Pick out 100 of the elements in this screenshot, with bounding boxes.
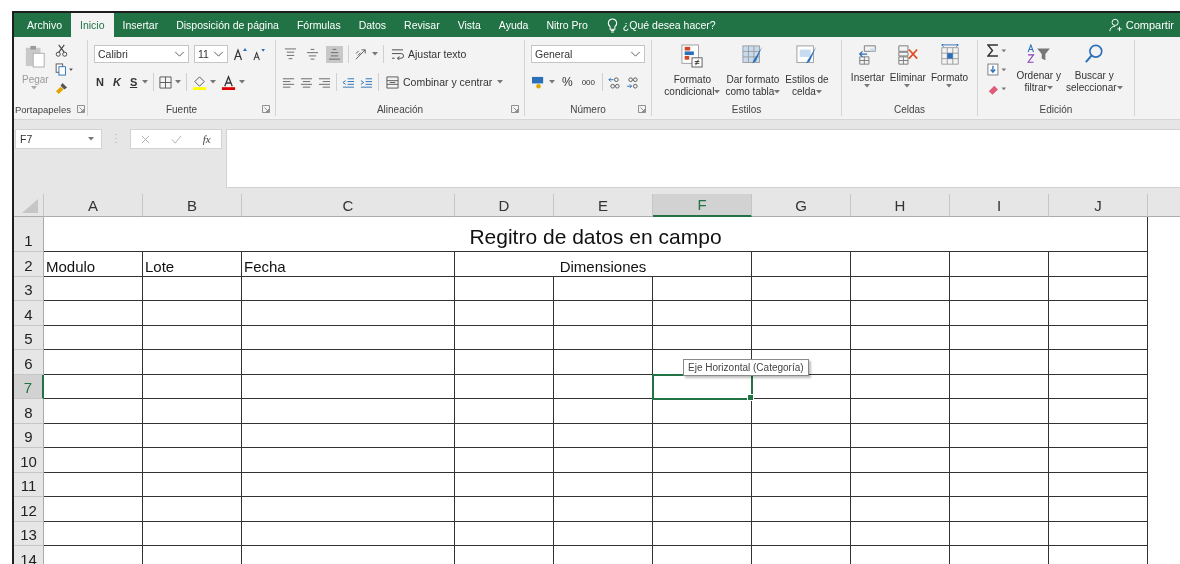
spreadsheet-cell[interactable] [143,276,242,301]
spreadsheet-cell[interactable] [653,497,752,522]
ribbon-tab[interactable]: Inicio [71,13,114,37]
spreadsheet-cell[interactable] [1049,325,1148,350]
spreadsheet-cell[interactable] [653,301,752,326]
paint-bucket-icon[interactable] [192,74,208,90]
spreadsheet-cell[interactable] [44,521,143,546]
bold-button[interactable]: N [94,76,106,88]
spreadsheet-cell[interactable]: Lote [143,252,242,277]
spreadsheet-cell[interactable] [44,423,143,448]
formula-input[interactable] [226,129,1180,188]
spreadsheet-cell[interactable] [242,472,455,497]
spreadsheet-cell[interactable] [752,423,851,448]
ribbon-tab[interactable]: Ayuda [489,13,538,37]
editing-button[interactable]: Buscar y seleccionar [1063,42,1125,102]
spreadsheet-cell[interactable] [851,448,950,473]
fill-down-icon[interactable] [987,63,1008,76]
spreadsheet-cell[interactable] [653,399,752,424]
spreadsheet-cell[interactable] [1049,497,1148,522]
spreadsheet-cell[interactable] [554,325,653,350]
spreadsheet-cell[interactable] [950,472,1049,497]
spreadsheet-cell[interactable] [653,325,752,350]
spreadsheet-cell[interactable] [242,521,455,546]
spreadsheet-cell[interactable] [653,472,752,497]
ribbon-tab[interactable]: Nitro Pro [537,13,597,37]
spreadsheet-cell[interactable] [455,399,554,424]
align-left-icon[interactable] [282,75,295,89]
spreadsheet-cell[interactable] [455,325,554,350]
ribbon-tab[interactable]: Disposición de página [167,13,288,37]
caret-icon[interactable] [210,80,217,84]
ribbon-tab[interactable]: Vista [448,13,490,37]
spreadsheet-cell[interactable] [950,423,1049,448]
ribbon-tab[interactable]: Revisar [395,13,449,37]
spreadsheet-cell[interactable] [44,325,143,350]
spreadsheet-cell[interactable] [1049,399,1148,424]
row-header[interactable]: 5 [14,325,44,350]
spreadsheet-cell[interactable] [950,399,1049,424]
row-header[interactable]: 8 [14,399,44,424]
scissors-icon[interactable] [54,44,68,57]
spreadsheet-cell[interactable] [851,521,950,546]
spreadsheet-cell[interactable] [851,325,950,350]
spreadsheet-cell[interactable] [554,521,653,546]
spreadsheet-cell[interactable] [44,350,143,375]
decrease-indent-icon[interactable] [342,75,355,89]
spreadsheet-cell[interactable] [554,423,653,448]
caret-icon[interactable] [142,80,149,84]
column-header[interactable]: C [242,194,455,217]
spreadsheet-cell[interactable] [143,448,242,473]
spreadsheet-cell[interactable] [242,423,455,448]
share-button[interactable]: Compartir [1102,13,1180,37]
spreadsheet-cell[interactable] [455,276,554,301]
spreadsheet-cell[interactable] [143,350,242,375]
caret-icon[interactable] [239,80,246,84]
styles-button[interactable]: Dar formato como tabla [723,42,783,102]
spreadsheet-cell[interactable] [1049,423,1148,448]
spreadsheet-cell[interactable] [752,325,851,350]
spreadsheet-cell[interactable] [554,276,653,301]
row-header[interactable]: 2 [14,252,44,277]
merge-center-button[interactable]: Combinar y centrar [384,75,495,89]
shrink-font-icon[interactable] [252,47,265,61]
spreadsheet-cell[interactable] [242,374,455,399]
spreadsheet-cell[interactable] [242,497,455,522]
copy-icon[interactable] [54,63,74,76]
currency-icon[interactable] [531,75,546,89]
ribbon-tab[interactable]: Insertar [113,13,168,37]
spreadsheet-cell[interactable] [752,252,851,277]
number-format-field[interactable]: General [531,45,645,63]
spreadsheet-cell[interactable] [752,472,851,497]
tell-me-search[interactable]: ¿Qué desea hacer? [622,19,716,31]
row-header[interactable]: 10 [14,448,44,473]
font-name-field[interactable]: Calibri [94,45,189,63]
dialog-launcher-icon[interactable] [638,105,646,113]
spreadsheet-cell[interactable] [653,521,752,546]
spreadsheet-cell[interactable] [455,472,554,497]
spreadsheet-cell[interactable] [1049,374,1148,399]
italic-button[interactable]: K [110,76,123,88]
spreadsheet-cell[interactable] [143,399,242,424]
underline-button[interactable]: S [127,76,140,88]
increase-indent-icon[interactable] [360,75,373,89]
row-header[interactable]: 12 [14,497,44,522]
spreadsheet-cell[interactable] [44,448,143,473]
name-box[interactable]: F7 [15,129,102,149]
column-header[interactable]: B [143,194,242,217]
spreadsheet-cell[interactable] [44,399,143,424]
column-header[interactable]: E [554,194,653,217]
editing-button[interactable]: Ordenar y filtrar [1014,42,1063,102]
grow-font-icon[interactable] [233,47,247,61]
align-right-icon[interactable] [318,75,331,89]
cells-button[interactable]: Formato [928,42,971,102]
column-header[interactable]: H [851,194,950,217]
caret-icon[interactable] [497,80,504,84]
spreadsheet-cell[interactable] [851,276,950,301]
spreadsheet-cell[interactable] [143,472,242,497]
vertical-align-button[interactable] [326,45,343,63]
ribbon-tab[interactable]: Fórmulas [287,13,350,37]
row-header[interactable]: 6 [14,350,44,375]
caret-icon[interactable] [372,52,378,56]
spreadsheet-cell[interactable] [143,521,242,546]
ribbon-tab[interactable]: Datos [349,13,396,37]
spreadsheet-cell[interactable] [44,276,143,301]
